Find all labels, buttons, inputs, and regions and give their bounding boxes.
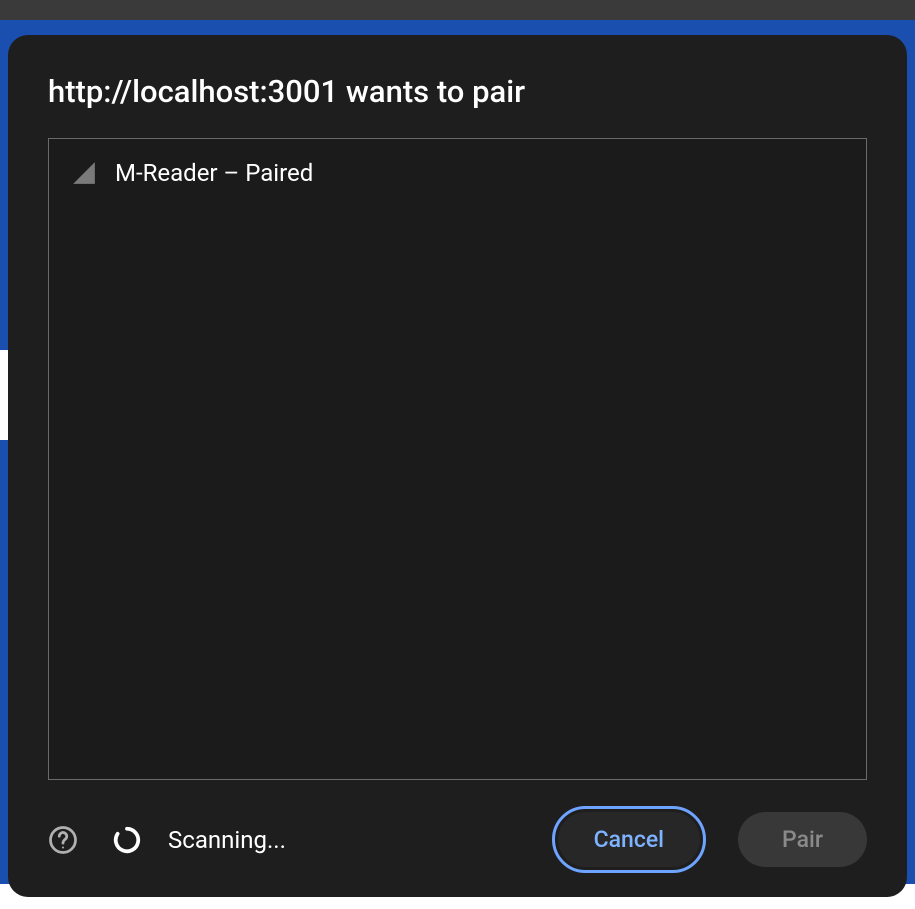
device-row[interactable]: M-Reader – Paired bbox=[63, 155, 852, 191]
help-icon[interactable] bbox=[48, 825, 78, 855]
pair-button[interactable]: Pair bbox=[738, 812, 867, 867]
signal-strength-icon bbox=[71, 160, 97, 186]
modal-title: http://localhost:3001 wants to pair bbox=[48, 73, 867, 110]
device-list: M-Reader – Paired bbox=[48, 138, 867, 780]
cancel-button[interactable]: Cancel bbox=[558, 812, 700, 867]
spinner-icon bbox=[112, 825, 142, 855]
status-text: Scanning... bbox=[168, 826, 536, 854]
browser-chrome bbox=[0, 0, 915, 20]
bluetooth-pair-modal: http://localhost:3001 wants to pair M-Re… bbox=[8, 35, 907, 897]
modal-footer: Scanning... Cancel Pair bbox=[48, 780, 867, 867]
device-label: M-Reader – Paired bbox=[115, 159, 313, 187]
